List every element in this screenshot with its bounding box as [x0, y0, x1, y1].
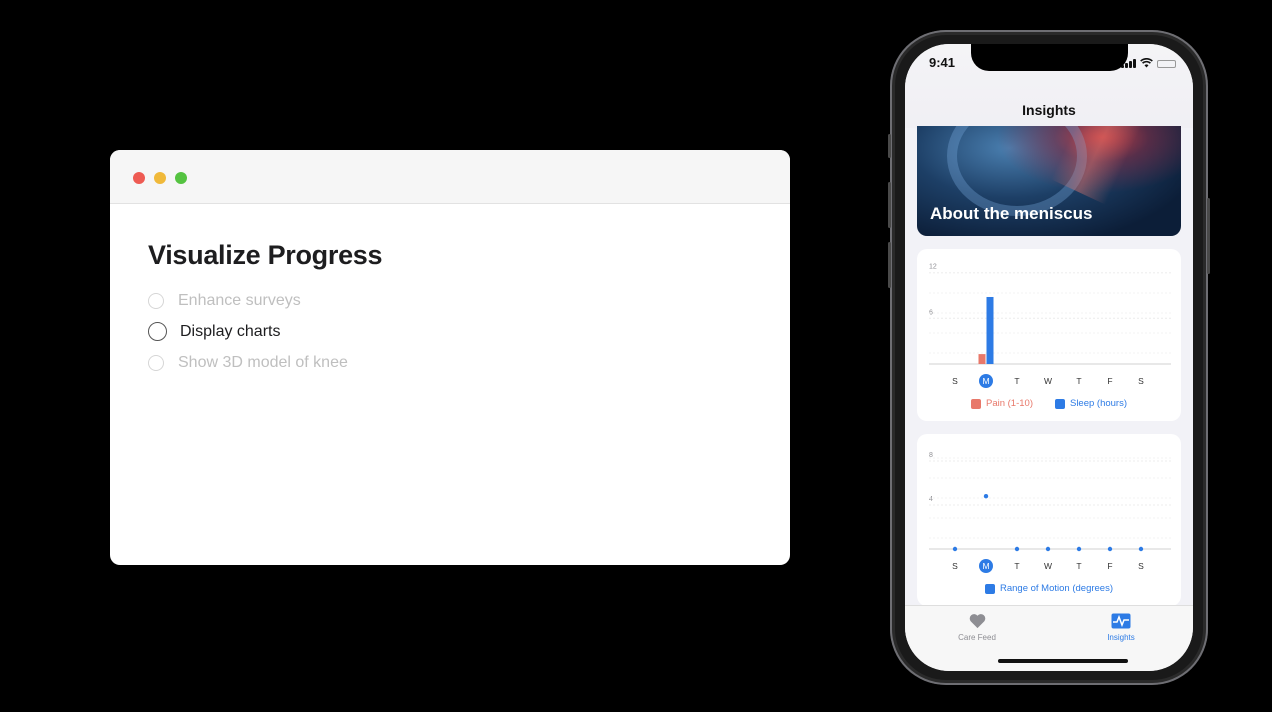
pain-sleep-chart-card: 612SMTWTFS Pain (1-10)Sleep (hours) [917, 249, 1181, 421]
bar-pain [978, 354, 986, 364]
close-window-button[interactable] [133, 172, 145, 184]
minimize-window-button[interactable] [154, 172, 166, 184]
chart-legend: Range of Motion (degrees) [917, 583, 1181, 594]
battery-icon [1157, 60, 1176, 68]
x-tick-label: S [1138, 561, 1144, 571]
x-tick-label: T [1076, 376, 1081, 386]
data-point [1138, 546, 1144, 552]
task-label: Enhance surveys [178, 291, 301, 309]
x-tick-label: W [1044, 561, 1052, 571]
window-content: Visualize Progress Enhance surveys Displ… [148, 240, 760, 378]
data-point [952, 546, 958, 552]
x-tick-label: T [1076, 561, 1081, 571]
zoom-window-button[interactable] [175, 172, 187, 184]
x-tick-label: W [1044, 376, 1052, 386]
notch [971, 44, 1128, 71]
task-item-enhance-surveys[interactable]: Enhance surveys [148, 285, 760, 316]
x-tick-label: F [1107, 561, 1112, 571]
task-item-display-charts[interactable]: Display charts [148, 316, 760, 347]
status-time: 9:41 [929, 55, 956, 70]
data-point [1045, 546, 1051, 552]
tab-label: Insights [1107, 633, 1135, 642]
legend-swatch [1054, 398, 1065, 409]
data-point [1107, 546, 1113, 552]
data-point [1014, 546, 1020, 552]
side-button [1207, 198, 1210, 274]
about-meniscus-card[interactable]: About the meniscus [917, 126, 1181, 236]
hero-card-title: About the meniscus [930, 204, 1093, 223]
legend-swatch [970, 398, 981, 409]
x-tick-label: S [952, 561, 958, 571]
x-tick-label: S [1138, 376, 1144, 386]
status-icons [1121, 58, 1176, 68]
legend-label: Pain (1-10) [985, 398, 1033, 409]
legend-item: Pain (1-10) [970, 398, 1033, 409]
legend-item: Sleep (hours) [1054, 398, 1128, 409]
y-tick-label: 12 [929, 264, 937, 271]
activity-chart-icon [1111, 613, 1131, 629]
bar-sleep-hours [986, 296, 994, 364]
data-point [983, 494, 989, 499]
legend-swatch [984, 583, 995, 594]
page-title: Visualize Progress [148, 240, 383, 270]
volume-up-button [888, 182, 891, 228]
tab-care-feed[interactable]: Care Feed [927, 613, 1027, 642]
x-tick-label: M [982, 376, 989, 386]
pain-sleep-chart: 612SMTWTFS [929, 264, 1171, 388]
task-label: Show 3D model of knee [178, 353, 348, 371]
mute-switch [888, 134, 891, 158]
task-label: Display charts [180, 322, 281, 340]
x-tick-label: S [952, 376, 958, 386]
task-checkbox[interactable] [148, 354, 164, 371]
range-of-motion-chart: 48S M T W T F S [929, 452, 1171, 573]
range-of-motion-chart-card: 48SMTWTFS Range of Motion (degrees) [917, 434, 1181, 606]
wifi-icon [1140, 58, 1153, 68]
legend-label: Sleep (hours) [1069, 398, 1128, 409]
x-tick-label: F [1107, 376, 1112, 386]
tab-label: Care Feed [958, 633, 996, 642]
legend-item: Range of Motion (degrees) [984, 583, 1113, 594]
x-tick-label: M [982, 561, 989, 571]
home-indicator [998, 659, 1128, 663]
x-tick-label: T [1014, 561, 1019, 571]
heart-icon [969, 614, 985, 629]
phone-screen: Insights 9:41 About the meniscus 61 [905, 44, 1193, 671]
x-tick-label: T [1014, 376, 1019, 386]
volume-down-button [888, 242, 891, 288]
y-tick-label: 4 [929, 496, 933, 503]
legend-label: Range of Motion (degrees) [999, 583, 1113, 594]
nav-title: Insights [1022, 102, 1076, 118]
data-point [1076, 546, 1082, 552]
mac-window: Visualize Progress Enhance surveys Displ… [110, 150, 790, 565]
tab-insights[interactable]: Insights [1071, 613, 1171, 642]
task-checkbox[interactable] [148, 292, 164, 309]
iphone-frame: Insights 9:41 About the meniscus 61 [888, 30, 1210, 685]
window-titlebar [110, 150, 790, 204]
chart-legend: Pain (1-10) Sleep (hours) [917, 398, 1181, 409]
task-item-show-3d-model[interactable]: Show 3D model of knee [148, 347, 760, 378]
task-checkbox[interactable] [148, 322, 167, 341]
